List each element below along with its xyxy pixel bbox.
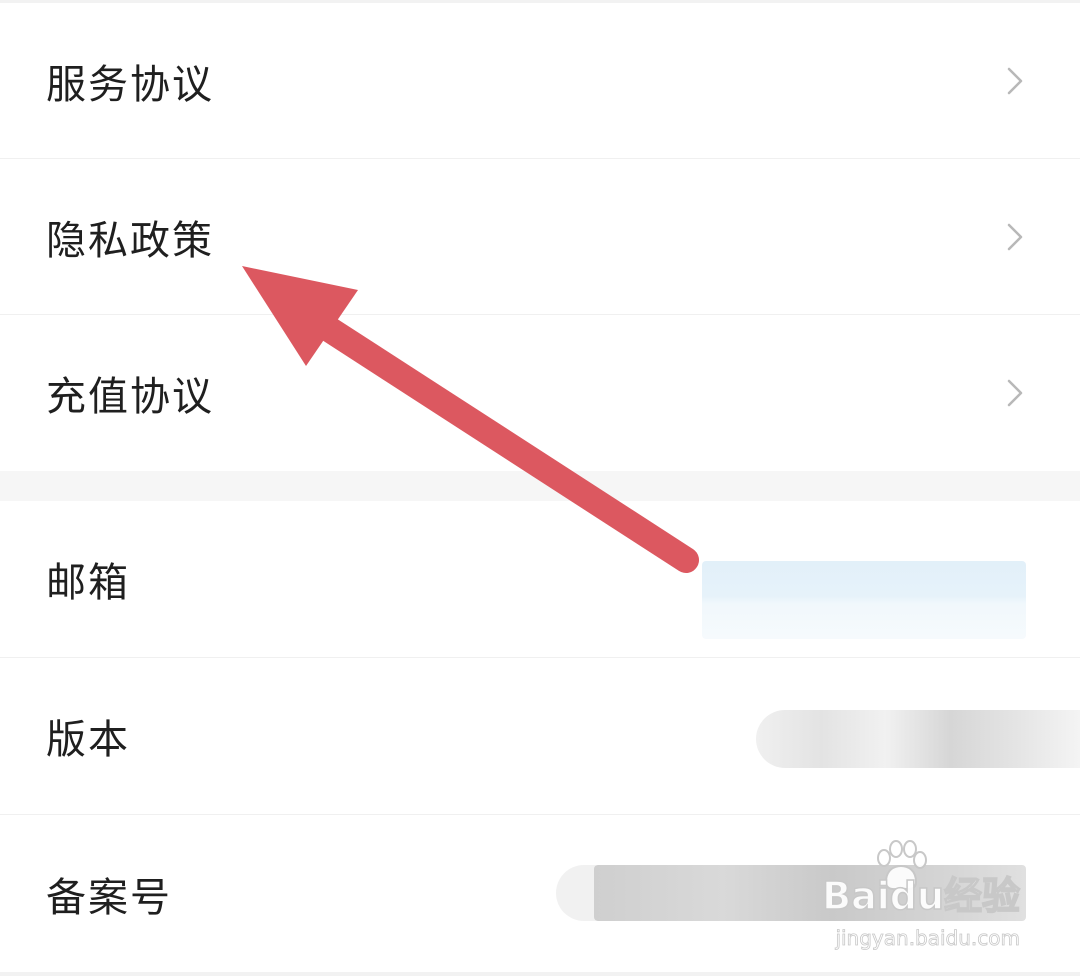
watermark-brand: Baidu经验 <box>821 873 1020 919</box>
email-row: 邮箱 <box>0 501 1080 658</box>
privacy-policy-row[interactable]: 隐私政策 <box>0 159 1080 315</box>
chevron-right-icon <box>1007 223 1023 250</box>
recharge-agreement-row[interactable]: 充值协议 <box>0 315 1080 471</box>
bottom-divider <box>0 972 1080 976</box>
recharge-agreement-label: 充值协议 <box>46 374 214 420</box>
chevron-right-icon <box>1007 67 1023 94</box>
watermark-url: jingyan.baidu.com <box>835 926 1020 951</box>
version-label: 版本 <box>46 717 130 763</box>
version-value-blurred <box>756 710 1080 768</box>
email-value-blurred <box>702 561 1026 639</box>
settings-screen: 服务协议 隐私政策 充值协议 邮箱 版本 备案号 Baidu经验 jingyan… <box>0 0 1080 976</box>
record-value-blurred-edge <box>556 865 596 921</box>
privacy-policy-label: 隐私政策 <box>46 217 214 264</box>
section-divider <box>0 471 1080 501</box>
baidu-watermark: Baidu经验 jingyan.baidu.com <box>820 840 1021 951</box>
version-row: 版本 <box>0 658 1080 815</box>
service-agreement-row[interactable]: 服务协议 <box>0 3 1080 159</box>
email-label: 邮箱 <box>46 560 130 606</box>
service-agreement-label: 服务协议 <box>46 61 214 108</box>
chevron-right-icon <box>1007 379 1023 407</box>
record-number-label: 备案号 <box>46 874 172 921</box>
